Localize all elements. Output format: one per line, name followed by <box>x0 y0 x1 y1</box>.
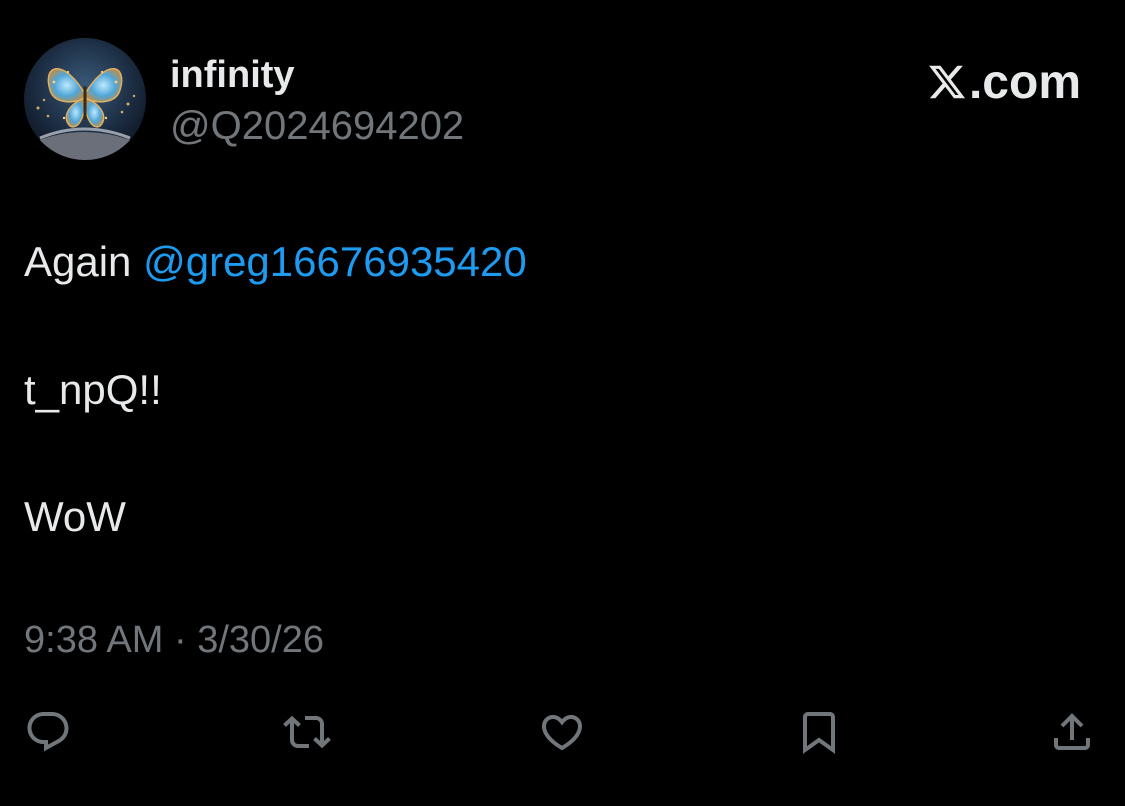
brand-suffix: .com <box>968 55 1081 109</box>
like-button[interactable] <box>538 708 586 756</box>
bookmark-button[interactable] <box>795 708 843 756</box>
reply-icon <box>27 712 69 752</box>
share-icon <box>1054 713 1090 750</box>
brand-logo: .com <box>927 55 1081 109</box>
heart-icon <box>541 715 583 751</box>
tweet-timestamp[interactable]: 9:38 AM · 3/30/26 <box>24 616 324 664</box>
tweet-text-line-3: WoW <box>24 493 126 540</box>
author-display-name[interactable]: infinity <box>170 52 295 98</box>
x-logo-icon <box>929 65 966 99</box>
tweet-text-line-1: Again @greg16676935420 <box>24 236 527 288</box>
repost-icon <box>283 715 331 749</box>
tweet-text-prefix: Again <box>24 238 132 285</box>
mention-link[interactable]: @greg16676935420 <box>143 238 527 285</box>
bookmark-icon <box>803 712 835 754</box>
share-button[interactable] <box>1048 708 1096 756</box>
repost-button[interactable] <box>283 708 331 756</box>
tweet-text-line-2: t_npQ!! <box>24 366 162 413</box>
author-handle[interactable]: @Q2024694202 <box>170 102 464 150</box>
avatar[interactable] <box>24 38 146 160</box>
butterfly-avatar-image <box>24 38 146 160</box>
reply-button[interactable] <box>24 708 72 756</box>
